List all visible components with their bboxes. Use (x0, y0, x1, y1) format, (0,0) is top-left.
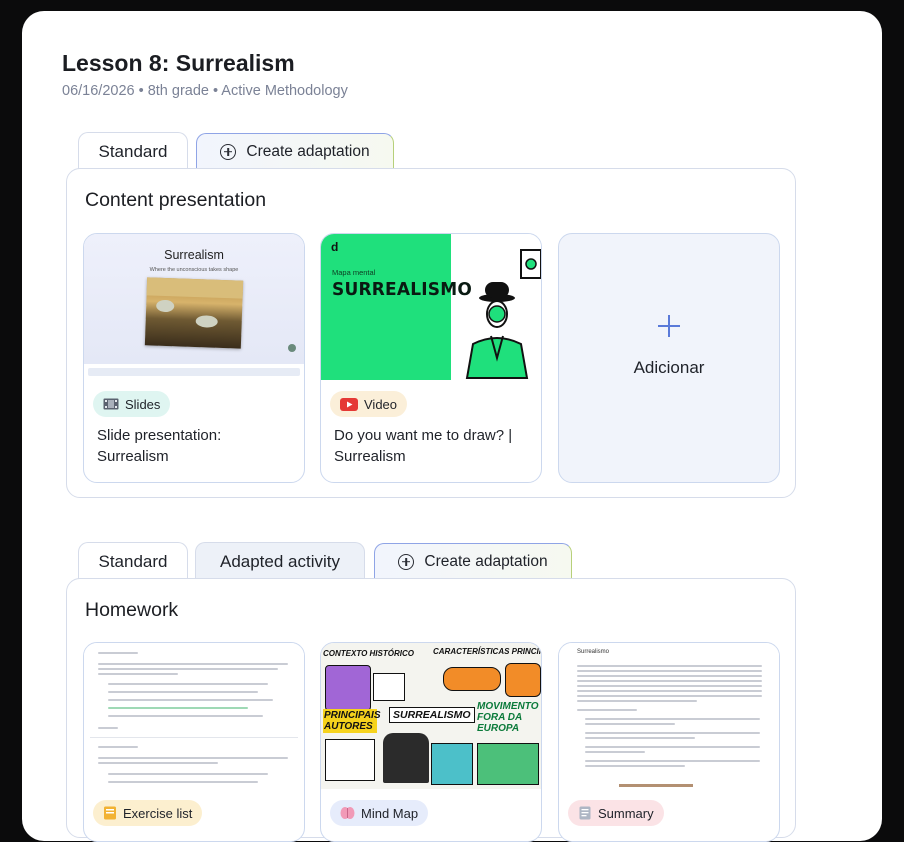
tab-standard[interactable]: Standard (78, 132, 188, 170)
summary-card[interactable]: Surrealismo Summary (558, 642, 780, 842)
section-title: Content presentation (85, 189, 267, 211)
section-title: Homework (85, 599, 179, 621)
mind-map-badge-label: Mind Map (361, 805, 419, 821)
tab-adapted-activity[interactable]: Adapted activity (195, 542, 365, 580)
create-adaptation-button-homework[interactable]: Create adaptation (374, 543, 572, 579)
mind-map-text-4: SURREALISMO (389, 707, 475, 723)
slide-thumb-title: Surrealism (164, 248, 224, 262)
video-thumb-small-text: Mapa mental (332, 268, 376, 277)
painting-image (144, 277, 244, 349)
mind-map-badge: Mind Map (330, 800, 429, 826)
exercise-list-card[interactable]: Exercise list (83, 642, 305, 842)
slides-card[interactable]: Surrealism Where the unconscious takes s… (83, 233, 305, 483)
mind-map-text-1: CONTEXTO HISTÓRICO (323, 649, 414, 658)
video-thumbnail: d Mapa mental SURREALISMO (321, 234, 541, 380)
video-badge: Video (330, 391, 408, 417)
slides-card-title: Slide presentation: Surrealism (97, 427, 222, 465)
slides-badge-label: Slides (125, 396, 161, 412)
bowler-hat-man-illustration (465, 249, 541, 379)
summary-badge-label: Summary (598, 805, 654, 821)
mind-map-card[interactable]: CONTEXTO HISTÓRICO CARACTERÍSTICAS PRINC… (320, 642, 542, 842)
tab-adapted-label: Adapted activity (219, 551, 340, 571)
mind-map-thumbnail: CONTEXTO HISTÓRICO CARACTERÍSTICAS PRINC… (321, 643, 541, 789)
exercise-list-badge-label: Exercise list (123, 805, 193, 821)
exercise-list-badge: Exercise list (93, 800, 203, 826)
tab-standard-label: Standard (98, 141, 168, 161)
page-title: Lesson 8: Surrealism (62, 50, 295, 76)
summary-thumb-heading: Surrealismo (577, 649, 610, 655)
video-card-title: Do you want me to draw? | Surrealism (334, 427, 513, 465)
slides-badge: Slides (93, 391, 171, 417)
exercise-list-thumbnail (84, 643, 304, 789)
create-adaptation-label: Create adaptation (424, 552, 548, 570)
create-adaptation-label: Create adaptation (246, 142, 370, 160)
video-badge-label: Video (364, 396, 398, 412)
logo-icon (288, 344, 296, 352)
plus-icon (657, 314, 681, 338)
channel-logo: d (331, 240, 339, 254)
video-card[interactable]: d Mapa mental SURREALISMO Video Do you w… (320, 233, 542, 483)
add-content-button[interactable]: Adicionar (558, 233, 780, 483)
slides-thumbnail: Surrealism Where the unconscious takes s… (84, 234, 304, 380)
slide-thumb-subtitle: Where the unconscious takes shape (149, 267, 239, 273)
summary-thumbnail: Surrealismo (559, 643, 779, 789)
plus-circle-icon (220, 143, 237, 160)
tab-standard-label: Standard (98, 551, 168, 571)
add-label: Adicionar (633, 358, 705, 377)
mind-map-text-2: CARACTERÍSTICAS PRINCIPAIS (433, 647, 541, 656)
plus-circle-icon (398, 553, 415, 570)
video-thumb-title: SURREALISMO (332, 279, 472, 301)
film-icon (103, 398, 119, 410)
summary-badge: Summary (568, 800, 664, 826)
create-adaptation-button[interactable]: Create adaptation (196, 133, 394, 169)
tab-standard-homework[interactable]: Standard (78, 542, 188, 580)
youtube-icon (340, 397, 358, 411)
mind-map-text-5: MOVIMENTO FORA DA EUROPA (477, 701, 539, 734)
mind-map-text-3: PRINCIPAIS AUTORES (323, 709, 381, 733)
lesson-meta: 06/16/2026 • 8th grade • Active Methodol… (62, 83, 348, 99)
